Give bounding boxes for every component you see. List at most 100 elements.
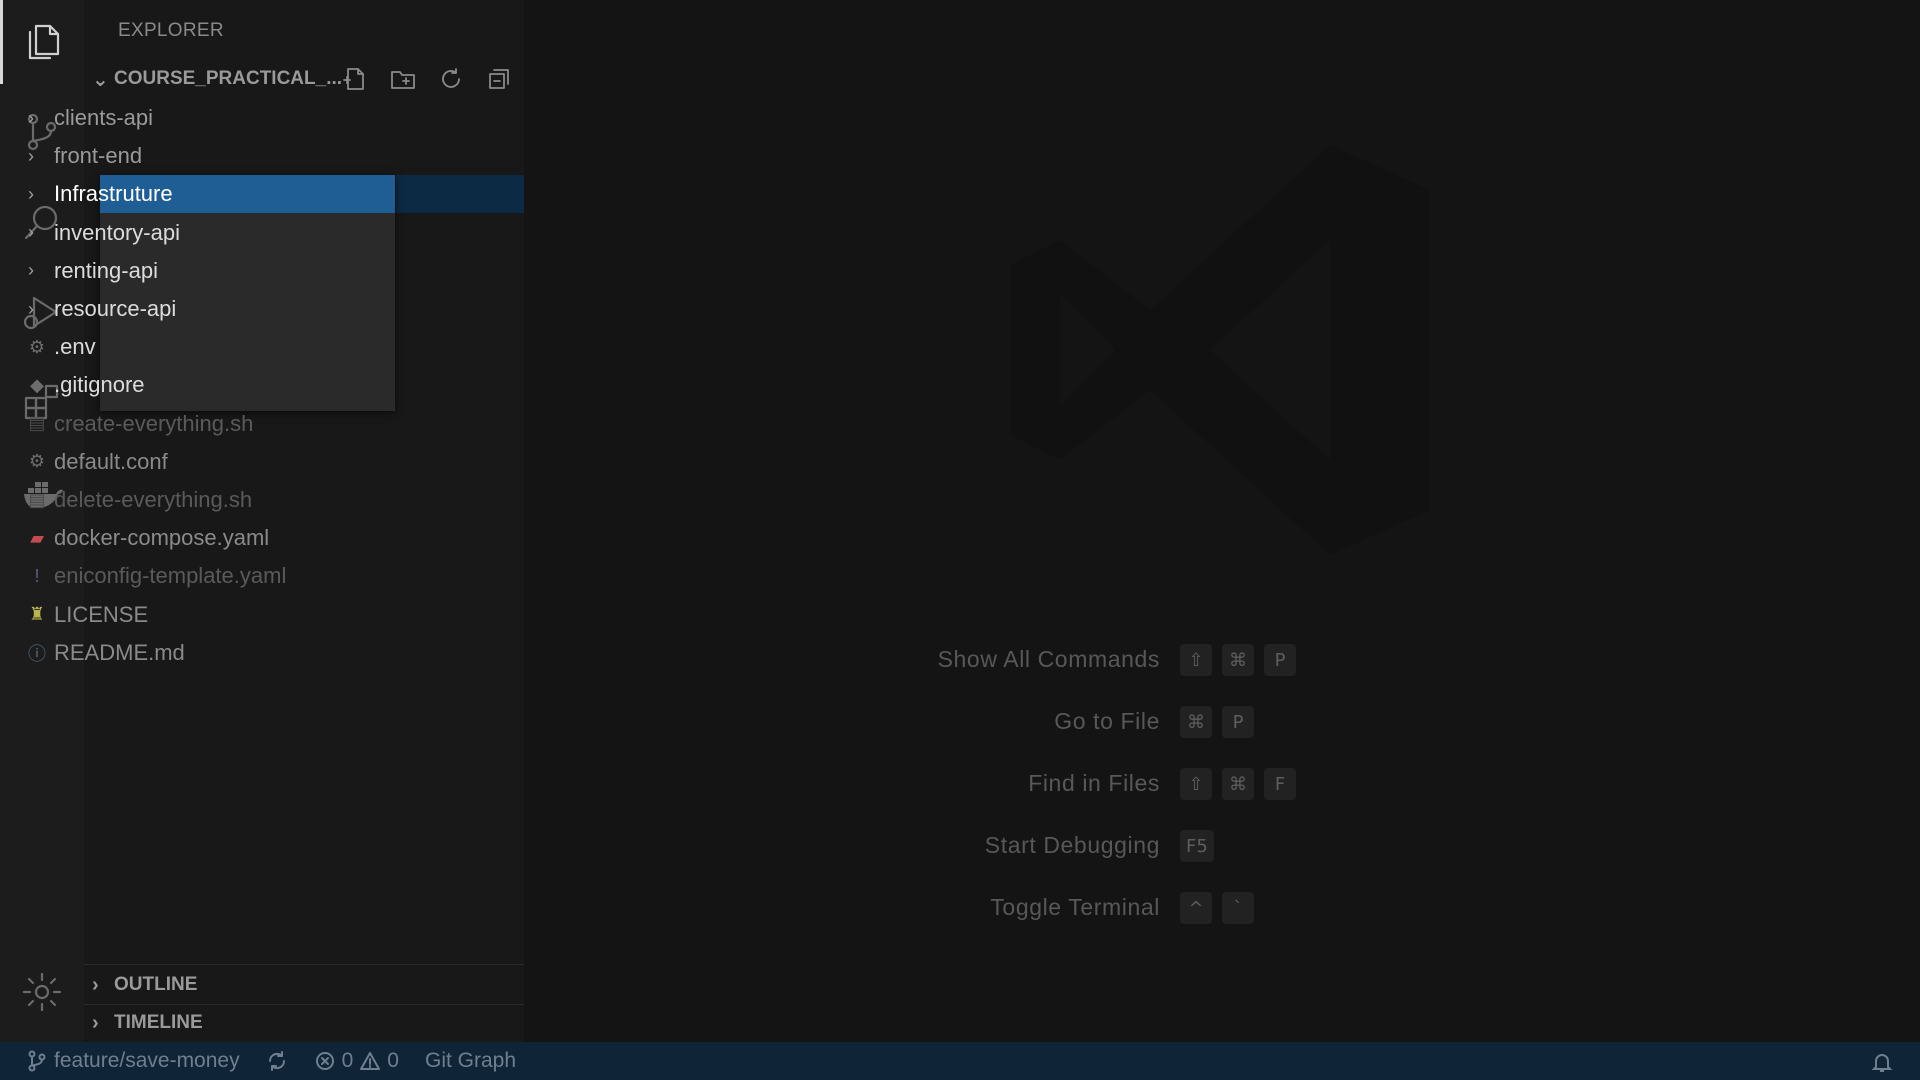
error-icon (315, 1052, 334, 1070)
tree-item-label: clients-api (54, 105, 154, 130)
info-icon: ⓘ (28, 643, 46, 664)
warning-icon (360, 1052, 381, 1070)
shortcut-label: Find in Files (1028, 770, 1160, 796)
shortcut-keys: ^ ` (1180, 892, 1254, 924)
key-cap: ⇧ (1180, 768, 1212, 800)
collapse-all-icon[interactable] (486, 66, 512, 92)
docker-icon: ▰ (30, 527, 44, 548)
shell-script-icon: ▤ (28, 489, 46, 510)
key-cap: P (1222, 706, 1254, 738)
key-cap: ` (1222, 892, 1254, 924)
file-row[interactable]: ♜ LICENSE (16, 596, 424, 634)
key-cap: ⌘ (1180, 706, 1212, 738)
vscode-logo-watermark (1000, 135, 1440, 565)
file-row[interactable]: ▰ docker-compose.yaml (16, 519, 424, 557)
shortcut-label: Start Debugging (984, 832, 1160, 858)
folder-row[interactable]: › front-end (16, 137, 424, 175)
tree-item-label: LICENSE (54, 601, 149, 627)
tree-item-label: eniconfig-template.yaml (54, 563, 287, 589)
tree-item-label: renting-api (54, 257, 158, 283)
shortcut-row: Find in Files ⇧ ⌘ F (900, 764, 1500, 804)
shortcut-row: Go to File ⌘ P (900, 702, 1500, 742)
workspace-folder-header[interactable]: ⌄ COURSE_PRACTICAL_... (84, 62, 524, 96)
outline-label: OUTLINE (114, 974, 198, 995)
chevron-right-icon: › (92, 1011, 99, 1034)
key-cap: F (1264, 768, 1296, 800)
explorer-actions (342, 62, 512, 96)
chevron-right-icon: › (28, 145, 34, 166)
chevron-right-icon: › (28, 260, 34, 281)
tree-item-label: .env (54, 334, 96, 360)
folder-row[interactable]: › Infrastruture (16, 175, 424, 213)
git-branch-icon (28, 1050, 46, 1072)
new-folder-icon[interactable] (390, 66, 416, 92)
shortcut-label: Go to File (1054, 708, 1160, 734)
tree-item-label: delete-everything.sh (54, 487, 253, 512)
warning-count: 0 (387, 1049, 399, 1072)
gear-icon: ⚙ (28, 336, 46, 357)
settings-gear-icon[interactable] (0, 950, 84, 1034)
key-cap: ⌘ (1222, 768, 1254, 800)
key-cap: F5 (1180, 830, 1214, 862)
workspace-folder-name: COURSE_PRACTICAL_... (114, 68, 343, 89)
folder-row[interactable]: › renting-api (16, 252, 424, 290)
outline-section-header[interactable]: › OUTLINE (84, 968, 524, 1002)
git-graph-button[interactable]: Git Graph (425, 1049, 516, 1073)
shortcut-keys: ⇧ ⌘ P (1180, 644, 1296, 676)
file-row[interactable]: ⚙ default.conf (16, 443, 424, 481)
chevron-right-icon: › (28, 222, 34, 243)
git-icon: ◆ (30, 374, 44, 395)
file-row[interactable]: ▤ delete-everything.sh (16, 481, 424, 519)
tree-item-label: docker-compose.yaml (54, 525, 270, 551)
tree-item-label: resource-api (54, 296, 177, 321)
section-divider (84, 1004, 524, 1005)
license-icon: ♜ (28, 604, 46, 625)
shortcut-keys: F5 (1180, 830, 1214, 862)
tree-item-label: README.md (54, 639, 185, 665)
timeline-section-header[interactable]: › TIMELINE (84, 1006, 524, 1040)
file-row[interactable]: ⓘ README.md (16, 634, 424, 672)
files-icon[interactable] (0, 0, 84, 84)
shortcut-label: Show All Commands (937, 646, 1160, 672)
new-file-icon[interactable] (342, 66, 368, 92)
section-divider (84, 964, 524, 965)
status-bar: feature/save-money 0 0 Git Graph (0, 1042, 1920, 1080)
shortcut-row: Show All Commands ⇧ ⌘ P (900, 640, 1500, 680)
refresh-icon[interactable] (438, 66, 464, 92)
branch-name: feature/save-money (54, 1049, 240, 1072)
shell-script-icon: ▤ (28, 413, 46, 434)
sync-button[interactable] (266, 1050, 288, 1072)
shortcut-row: Start Debugging F5 (900, 826, 1500, 866)
error-count: 0 (341, 1049, 354, 1072)
key-cap: ⇧ (1180, 644, 1212, 676)
chevron-right-icon: › (28, 107, 34, 128)
file-row[interactable]: ! eniconfig-template.yaml (16, 557, 424, 595)
file-row[interactable]: ◆ .gitignore (16, 366, 424, 404)
yaml-icon: ! (34, 565, 40, 586)
key-cap: ⌘ (1222, 644, 1254, 676)
gear-icon: ⚙ (28, 451, 46, 472)
shortcut-label: Toggle Terminal (990, 894, 1160, 920)
timeline-label: TIMELINE (114, 1012, 203, 1033)
chevron-down-icon: ⌄ (92, 68, 109, 91)
shortcut-keys: ⇧ ⌘ F (1180, 768, 1296, 800)
chevron-right-icon: › (92, 973, 99, 996)
shortcut-row: Toggle Terminal ^ ` (900, 888, 1500, 928)
file-row[interactable]: ▤ create-everything.sh (16, 405, 424, 443)
shortcut-keys: ⌘ P (1180, 706, 1254, 738)
tree-item-label: Infrastruture (54, 181, 173, 207)
tree-item-label: default.conf (54, 448, 168, 474)
tree-item-label: front-end (54, 143, 143, 169)
folder-row[interactable]: › inventory-api (16, 214, 424, 252)
tree-item-label: inventory-api (54, 219, 180, 245)
tree-item-label: create-everything.sh (54, 410, 254, 436)
folder-row[interactable]: › clients-api (16, 99, 424, 137)
notifications-bell-icon[interactable] (1870, 1050, 1894, 1080)
sync-icon (268, 1051, 285, 1071)
folder-row[interactable]: › resource-api (16, 290, 424, 328)
problems-indicator[interactable]: 0 0 (314, 1049, 399, 1073)
chevron-right-icon: › (28, 298, 34, 319)
file-row[interactable]: ⚙ .env (16, 328, 424, 366)
key-cap: P (1264, 644, 1296, 676)
branch-indicator[interactable]: feature/save-money (26, 1049, 240, 1073)
